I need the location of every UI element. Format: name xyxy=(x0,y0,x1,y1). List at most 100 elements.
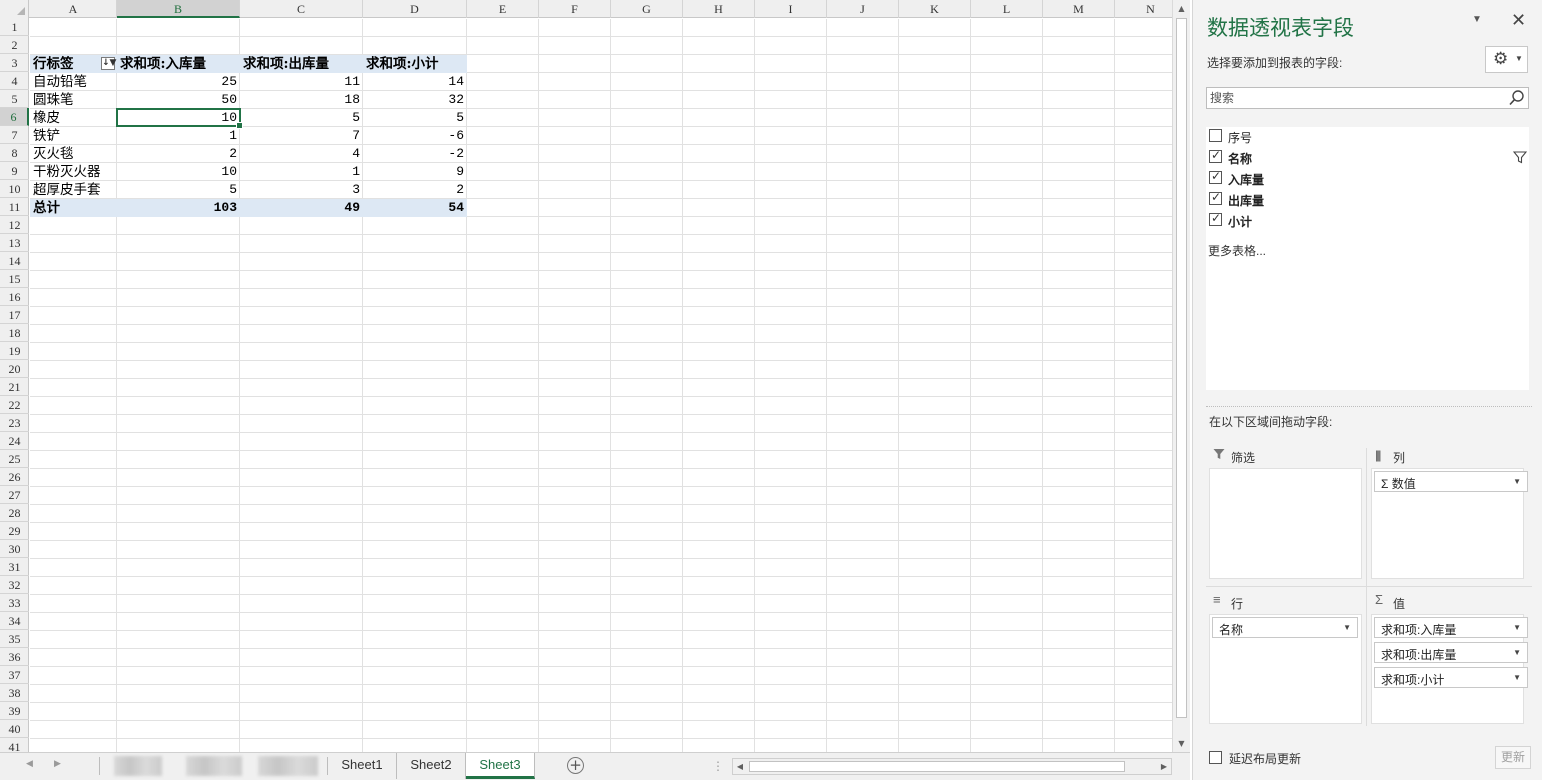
row-header[interactable]: 30 xyxy=(0,540,29,558)
column-header-m[interactable]: M xyxy=(1043,0,1115,18)
field-item-subtotal[interactable]: 小计 xyxy=(1206,211,1529,231)
rows-area-item[interactable]: 名称 ▼ xyxy=(1212,617,1358,638)
row-header[interactable]: 27 xyxy=(0,486,29,504)
field-item-in[interactable]: 入库量 xyxy=(1206,169,1529,189)
chevron-down-icon[interactable]: ▼ xyxy=(1513,477,1521,486)
pivot-cell-out[interactable]: 11 xyxy=(240,73,363,91)
worksheet[interactable]: A B C D E F G H I J K L M N 1 2 3 4 5 6 7 8 9 10 1… xyxy=(0,0,1172,752)
row-header[interactable]: 26 xyxy=(0,468,29,486)
pivot-row-label[interactable]: 灭火毯 xyxy=(30,145,117,163)
column-header-i[interactable]: I xyxy=(755,0,827,18)
column-header-g[interactable]: G xyxy=(611,0,683,18)
tab-sheet3[interactable]: Sheet3 xyxy=(466,753,535,779)
column-header-a[interactable]: A xyxy=(30,0,117,18)
row-header[interactable]: 6 xyxy=(0,108,29,126)
tab-sheet2[interactable]: Sheet2 xyxy=(397,753,466,779)
row-header[interactable]: 19 xyxy=(0,342,29,360)
values-area-item[interactable]: 求和项:入库量 ▼ xyxy=(1374,617,1528,638)
blurred-sheet-tab[interactable] xyxy=(258,756,318,776)
scroll-down-icon[interactable]: ▼ xyxy=(1173,736,1190,752)
blurred-sheet-tab[interactable] xyxy=(114,756,162,776)
row-header[interactable]: 10 xyxy=(0,180,29,198)
row-label-filter-icon[interactable]: ↓▼ xyxy=(101,57,116,70)
row-header[interactable]: 8 xyxy=(0,144,29,162)
row-header[interactable]: 37 xyxy=(0,666,29,684)
row-header[interactable]: 16 xyxy=(0,288,29,306)
column-header-l[interactable]: L xyxy=(971,0,1043,18)
pivot-row-label[interactable]: 干粉灭火器 xyxy=(30,163,117,181)
scroll-up-icon[interactable]: ▲ xyxy=(1173,1,1190,17)
field-checkbox[interactable] xyxy=(1209,169,1222,184)
pivot-cell-out[interactable]: 3 xyxy=(240,181,363,199)
column-header-h[interactable]: H xyxy=(683,0,755,18)
pivot-total-sub[interactable]: 54 xyxy=(363,199,467,217)
field-checkbox[interactable] xyxy=(1209,148,1222,163)
pivot-cell-out[interactable]: 4 xyxy=(240,145,363,163)
area-splitter-vertical[interactable] xyxy=(1366,448,1370,726)
pivot-total-in[interactable]: 103 xyxy=(117,199,240,217)
row-header[interactable]: 28 xyxy=(0,504,29,522)
chevron-down-icon[interactable]: ▼ xyxy=(1513,673,1521,682)
pivot-cell-out[interactable]: 5 xyxy=(240,109,363,127)
row-header[interactable]: 29 xyxy=(0,522,29,540)
vertical-scroll-thumb[interactable] xyxy=(1176,18,1187,718)
row-header[interactable]: 18 xyxy=(0,324,29,342)
chevron-down-icon[interactable]: ▼ xyxy=(1472,14,1482,25)
field-item-index[interactable]: 序号 xyxy=(1206,127,1529,147)
pivot-header-out[interactable]: 求和项:出库量 xyxy=(240,55,363,73)
field-item-name[interactable]: 名称 xyxy=(1206,148,1529,168)
column-header-f[interactable]: F xyxy=(539,0,611,18)
pivot-cell-sub[interactable]: -2 xyxy=(363,145,467,163)
prev-sheet-icon[interactable]: ◀ xyxy=(26,759,33,769)
field-search-input[interactable] xyxy=(1208,89,1498,107)
pivot-cell-sub[interactable]: 32 xyxy=(363,91,467,109)
column-header-e[interactable]: E xyxy=(467,0,539,18)
row-header[interactable]: 5 xyxy=(0,90,29,108)
scroll-left-icon[interactable]: ◀ xyxy=(733,759,747,774)
row-header[interactable]: 32 xyxy=(0,576,29,594)
select-all-corner[interactable] xyxy=(0,0,29,18)
chevron-down-icon[interactable]: ▼ xyxy=(1343,623,1351,632)
row-header[interactable]: 14 xyxy=(0,252,29,270)
defer-layout-checkbox[interactable] xyxy=(1209,751,1222,764)
row-header[interactable]: 41 xyxy=(0,738,29,752)
field-checkbox[interactable] xyxy=(1209,129,1222,142)
rows-drop-zone[interactable]: 名称 ▼ xyxy=(1209,614,1362,724)
pivot-cell-sub[interactable]: 5 xyxy=(363,109,467,127)
row-header[interactable]: 15 xyxy=(0,270,29,288)
pivot-cell-sub[interactable]: -6 xyxy=(363,127,467,145)
pivot-cell-out[interactable]: 18 xyxy=(240,91,363,109)
row-header[interactable]: 36 xyxy=(0,648,29,666)
values-area-item[interactable]: 求和项:小计 ▼ xyxy=(1374,667,1528,688)
values-area-item[interactable]: 求和项:出库量 ▼ xyxy=(1374,642,1528,663)
pivot-cell-in[interactable]: 5 xyxy=(117,181,240,199)
pivot-row-label[interactable]: 铁铲 xyxy=(30,127,117,145)
columns-drop-zone[interactable]: Σ 数值 ▼ xyxy=(1371,468,1528,579)
row-header[interactable]: 17 xyxy=(0,306,29,324)
row-header[interactable]: 2 xyxy=(0,36,29,54)
field-item-out[interactable]: 出库量 xyxy=(1206,190,1529,210)
pivot-row-label[interactable]: 自动铅笔 xyxy=(30,73,117,91)
horizontal-scroll-thumb[interactable] xyxy=(749,761,1125,772)
pivot-cell-in[interactable]: 10 xyxy=(117,109,240,127)
close-icon[interactable]: ✕ xyxy=(1511,10,1526,31)
column-header-c[interactable]: C xyxy=(240,0,363,18)
pivot-cell-sub[interactable]: 2 xyxy=(363,181,467,199)
values-drop-zone[interactable]: 求和项:入库量 ▼ 求和项:出库量 ▼ 求和项:小计 ▼ xyxy=(1371,614,1528,724)
row-header[interactable]: 40 xyxy=(0,720,29,738)
column-header-d[interactable]: D xyxy=(363,0,467,18)
field-checkbox[interactable] xyxy=(1209,211,1222,226)
pivot-cell-sub[interactable]: 9 xyxy=(363,163,467,181)
row-header[interactable]: 12 xyxy=(0,216,29,234)
vertical-scrollbar[interactable]: ▲ ▼ xyxy=(1172,0,1190,752)
row-header[interactable]: 13 xyxy=(0,234,29,252)
row-header[interactable]: 35 xyxy=(0,630,29,648)
row-header[interactable]: 21 xyxy=(0,378,29,396)
row-header[interactable]: 7 xyxy=(0,126,29,144)
pivot-cell-in[interactable]: 50 xyxy=(117,91,240,109)
pivot-cell-in[interactable]: 10 xyxy=(117,163,240,181)
more-tables-link[interactable]: 更多表格... xyxy=(1208,242,1266,259)
field-checkbox[interactable] xyxy=(1209,190,1222,205)
pivot-header-row-labels[interactable]: 行标签 ↓▼ xyxy=(30,55,117,73)
pivot-total-label[interactable]: 总计 xyxy=(30,199,117,217)
